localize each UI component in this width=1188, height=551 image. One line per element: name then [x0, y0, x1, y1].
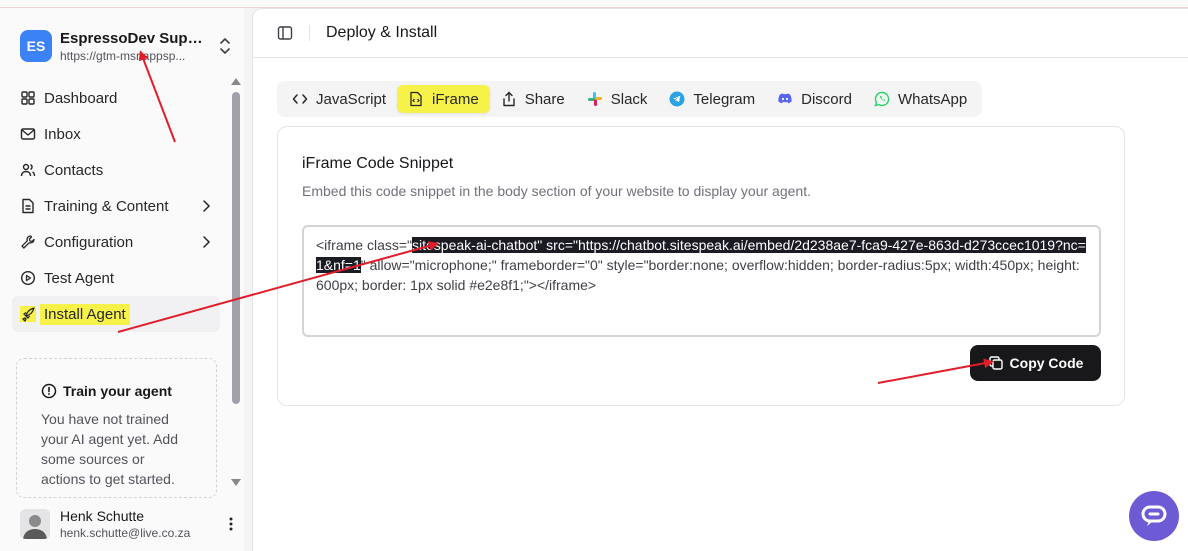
train-agent-card: Train your agent You have not trained yo… — [16, 358, 217, 498]
iframe-snippet-card: iFrame Code Snippet Embed this code snip… — [277, 126, 1125, 406]
mail-icon — [20, 126, 36, 142]
tab-label: JavaScript — [316, 90, 387, 108]
file-text-icon — [20, 198, 36, 214]
discord-icon — [778, 93, 792, 104]
train-agent-title: Train your agent — [63, 383, 172, 399]
train-agent-body: You have not trained your AI agent yet. … — [41, 411, 178, 487]
share-icon — [503, 91, 515, 107]
telegram-icon — [669, 91, 685, 107]
slack-icon — [587, 92, 602, 106]
user-name: Henk Schutte — [60, 508, 145, 524]
sidebar: ES EspressoDev Supp... https://gtm-msr.a… — [0, 8, 244, 551]
rocket-icon — [20, 306, 36, 322]
layout-grid-icon — [20, 90, 36, 106]
avatar — [20, 509, 50, 539]
iframe-icon — [410, 91, 422, 107]
chevrons-up-down-icon — [220, 38, 230, 54]
page-header: Deploy & Install — [253, 9, 1188, 58]
sidebar-item-label: Inbox — [44, 125, 81, 143]
workspace-url: https://gtm-msr.appsp... — [60, 48, 186, 63]
code-text-before: <iframe class=" — [316, 237, 413, 253]
tab-label: Share — [524, 90, 565, 108]
sidebar-item-label: Test Agent — [44, 269, 115, 287]
top-edge — [0, 0, 1188, 8]
tab-discord[interactable]: Discord — [766, 85, 863, 113]
scrollbar-thumb[interactable] — [232, 92, 240, 404]
workspace-name: EspressoDev Supp... — [60, 29, 208, 47]
wrench-icon — [20, 234, 36, 250]
users-icon — [20, 162, 36, 178]
header-divider — [309, 25, 310, 41]
sidebar-item-install-agent[interactable]: Install Agent — [12, 296, 220, 332]
scroll-up-arrow-icon[interactable] — [231, 78, 241, 85]
whatsapp-icon — [874, 91, 890, 107]
sidebar-item-label: Configuration — [44, 233, 134, 251]
tab-telegram[interactable]: Telegram — [658, 85, 766, 113]
workspace-info: EspressoDev Supp... https://gtm-msr.apps… — [60, 30, 208, 63]
train-agent-heading: Train your agent — [41, 383, 192, 399]
code-snippet-textarea[interactable]: <iframe class="sitespeak-ai-chatbot" src… — [302, 225, 1101, 337]
sidebar-item-contacts[interactable]: Contacts — [12, 152, 220, 188]
scroll-down-arrow-icon[interactable] — [231, 479, 241, 486]
tab-share[interactable]: Share — [490, 85, 576, 113]
code-icon — [292, 94, 308, 104]
tab-javascript[interactable]: JavaScript — [281, 85, 397, 113]
sidebar-item-label: Install Agent — [40, 303, 130, 325]
card-title: iFrame Code Snippet — [302, 155, 454, 172]
alert-circle-icon — [41, 383, 57, 399]
sidebar-scrollbar[interactable] — [228, 78, 241, 490]
sidebar-item-configuration[interactable]: Configuration — [12, 224, 220, 260]
sidebar-item-training-content[interactable]: Training & Content — [12, 188, 220, 224]
tab-whatsapp[interactable]: WhatsApp — [863, 85, 978, 113]
user-info: Henk Schutte henk.schutte@live.co.za — [60, 508, 226, 540]
code-text-after: " allow="microphone;" frameborder="0" st… — [316, 257, 1080, 293]
sidebar-item-label: Training & Content — [44, 197, 169, 215]
chat-icon — [1141, 505, 1167, 526]
sidebar-item-label: Contacts — [44, 161, 104, 179]
sidebar-item-dashboard[interactable]: Dashboard — [12, 80, 220, 116]
play-circle-icon — [20, 270, 36, 286]
sidebar-toggle-icon[interactable] — [277, 25, 293, 41]
user-email: henk.schutte@live.co.za — [60, 526, 191, 540]
user-profile[interactable]: Henk Schutte henk.schutte@live.co.za — [20, 504, 236, 544]
sidebar-item-inbox[interactable]: Inbox — [12, 116, 220, 152]
copy-code-button[interactable]: Copy Code — [970, 345, 1101, 381]
sidebar-item-test-agent[interactable]: Test Agent — [12, 260, 220, 296]
install-tabs: JavaScript iFrame Share Slack Telegram D… — [277, 81, 983, 117]
card-description: Embed this code snippet in the body sect… — [302, 183, 811, 199]
main-panel: Deploy & Install JavaScript iFrame Share… — [252, 8, 1188, 551]
copy-icon — [988, 356, 1003, 370]
chevron-right-icon — [203, 236, 211, 248]
tab-slack[interactable]: Slack — [576, 85, 659, 113]
workspace-switcher[interactable]: ES EspressoDev Supp... https://gtm-msr.a… — [20, 26, 236, 66]
chat-widget-button[interactable] — [1129, 491, 1179, 541]
tab-iframe[interactable]: iFrame — [397, 85, 490, 113]
page-title: Deploy & Install — [326, 24, 438, 41]
tab-label: Telegram — [693, 90, 756, 108]
sidebar-item-label: Dashboard — [44, 89, 118, 107]
tab-label: Slack — [610, 90, 648, 108]
tab-label: Discord — [801, 90, 852, 108]
copy-code-label: Copy Code — [1009, 355, 1084, 371]
sidebar-nav: Dashboard Inbox Contacts Training & Cont… — [12, 80, 220, 332]
tab-label: WhatsApp — [897, 90, 968, 108]
chevron-right-icon — [203, 200, 211, 212]
tab-label: iFrame — [432, 90, 479, 108]
more-vertical-icon[interactable] — [226, 516, 236, 532]
workspace-avatar: ES — [20, 30, 52, 62]
